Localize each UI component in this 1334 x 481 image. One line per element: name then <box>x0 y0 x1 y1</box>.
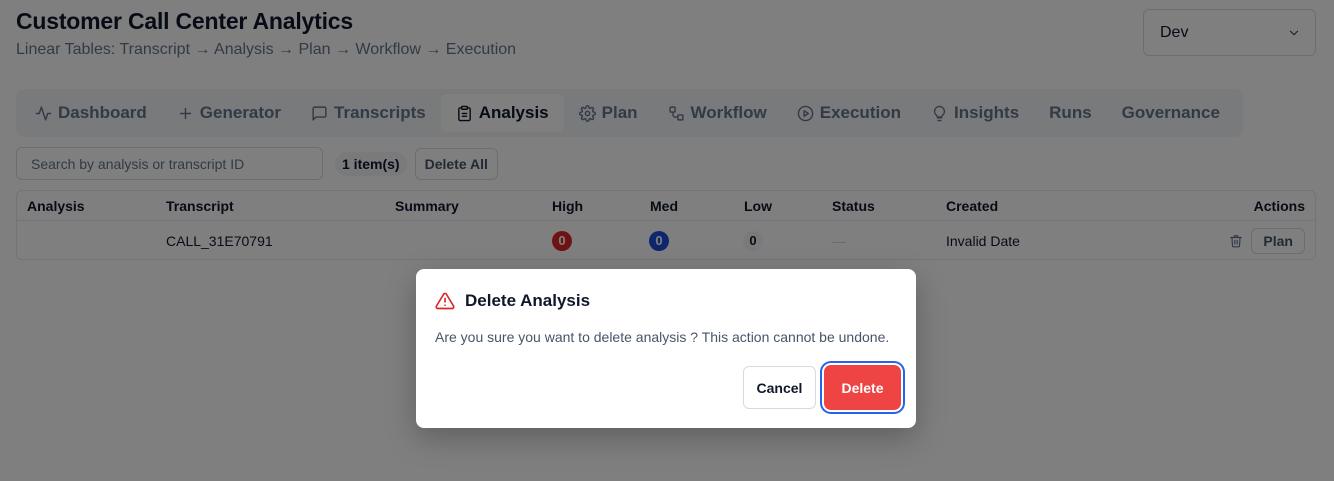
cancel-button[interactable]: Cancel <box>743 366 816 409</box>
warning-icon <box>435 292 455 310</box>
dialog-title: Delete Analysis <box>465 291 591 310</box>
delete-analysis-dialog: Delete Analysis Are you sure you want to… <box>416 269 916 428</box>
dialog-header: Delete Analysis <box>435 291 590 311</box>
dialog-message: Are you sure you want to delete analysis… <box>435 329 890 345</box>
confirm-delete-button[interactable]: Delete <box>824 365 901 410</box>
